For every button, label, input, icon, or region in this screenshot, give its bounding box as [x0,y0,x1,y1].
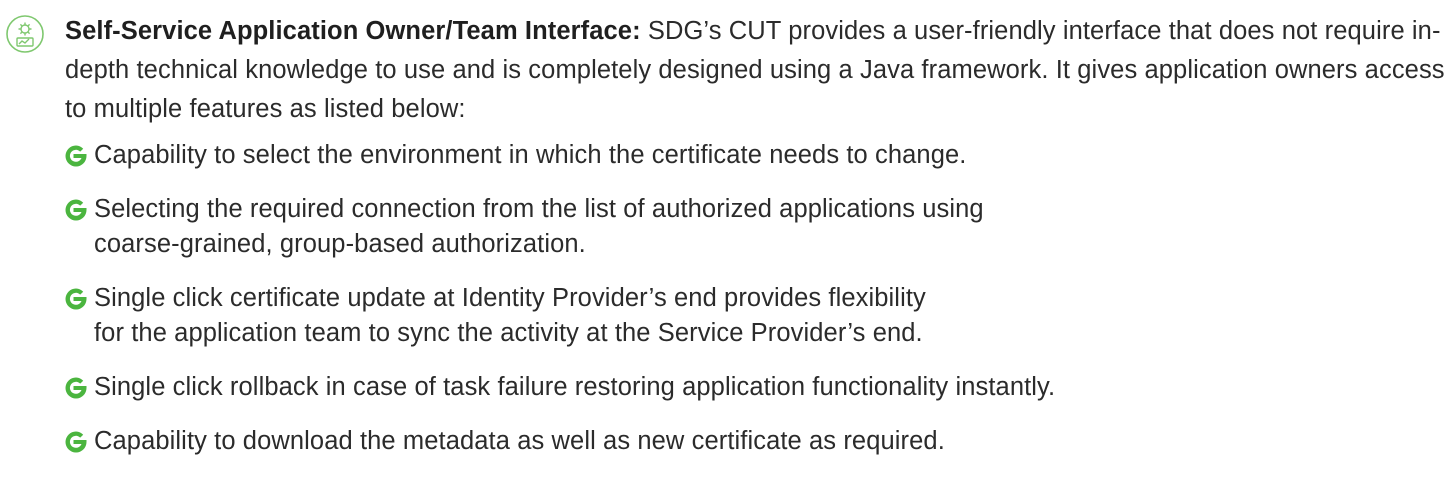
feature-item: Single click certificate update at Ident… [62,281,1447,351]
feature-line: Capability to download the metadata as w… [94,427,945,455]
feature-item: Capability to download the metadata as w… [62,424,1447,459]
feature-line: coarse-grained, group-based authorizatio… [94,230,586,258]
feature-item: Capability to select the environment in … [62,138,1447,173]
feature-item: Selecting the required connection from t… [62,192,1447,262]
gear-dashboard-icon [6,15,44,53]
green-g-bullet-icon [65,145,87,167]
green-g-bullet-icon [65,199,87,221]
feature-line: Selecting the required connection from t… [94,195,984,223]
intro-lead: Self-Service Application Owner/Team Inte… [65,17,641,45]
green-g-bullet-icon [65,431,87,453]
feature-line: Single click rollback in case of task fa… [94,373,1056,401]
feature-line: for the application team to sync the act… [94,319,923,347]
self-service-section: Self-Service Application Owner/Team Inte… [0,0,1453,497]
feature-line: Capability to select the environment in … [94,141,967,169]
green-g-bullet-icon [65,288,87,310]
green-g-bullet-icon [65,377,87,399]
intro-paragraph: Self-Service Application Owner/Team Inte… [65,12,1445,129]
feature-line: Single click certificate update at Ident… [94,284,926,312]
feature-item: Single click rollback in case of task fa… [62,370,1447,405]
feature-list: Capability to select the environment in … [62,138,1447,478]
